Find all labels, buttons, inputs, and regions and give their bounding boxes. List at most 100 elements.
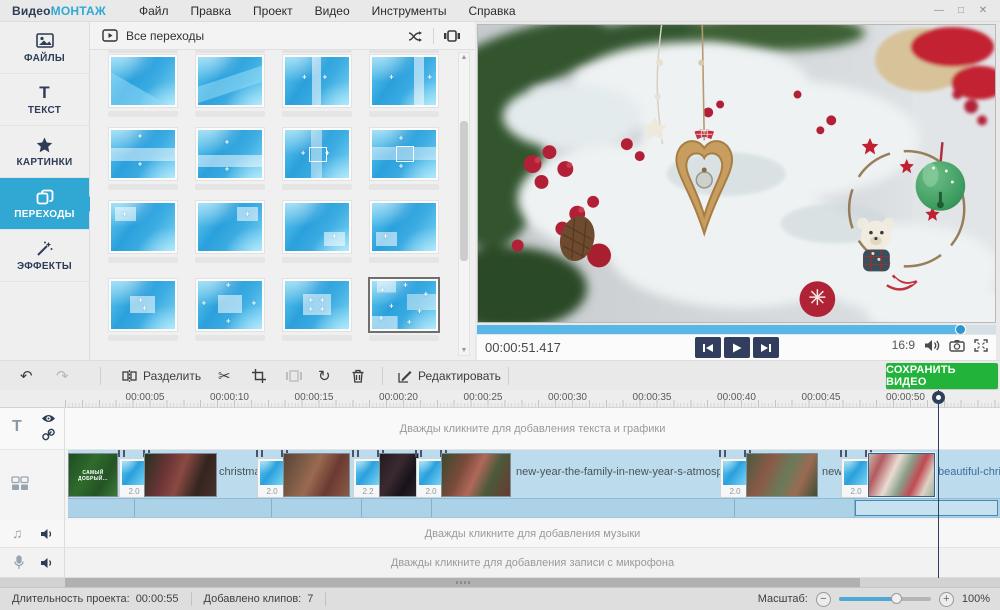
play-button[interactable] [724, 337, 750, 358]
window-controls: —□✕ [928, 0, 994, 22]
menu-item-5[interactable]: Справка [457, 0, 526, 22]
redo-button[interactable]: ↷ [56, 361, 69, 391]
plus-mark: + [383, 231, 388, 240]
transition-thumbnail-box-c-in[interactable]: ++++ [282, 278, 352, 341]
preview-seekbar[interactable] [477, 325, 996, 334]
video-clip-family2[interactable] [746, 453, 818, 497]
previous-frame-button[interactable] [695, 337, 721, 358]
visibility-eye-icon[interactable] [41, 413, 56, 424]
delete-button[interactable] [352, 361, 364, 391]
music-track[interactable]: Дважды кликните для добавления музыки ♫ [0, 520, 1000, 548]
carousel-view-button[interactable] [443, 29, 461, 43]
aspect-ratio-label[interactable]: 16:9 [892, 338, 915, 352]
plus-mark: + [301, 149, 306, 158]
snapshot-camera-icon[interactable] [949, 339, 965, 352]
fullscreen-icon[interactable] [974, 339, 988, 352]
menu-item-4[interactable]: Инструменты [361, 0, 458, 22]
zoom-in-button[interactable]: + [939, 592, 954, 607]
volume-icon[interactable] [924, 339, 940, 352]
transition-thumbnail-band-h2[interactable]: ++ [195, 127, 265, 190]
sidebar-item-files[interactable]: ФАЙЛЫ [0, 22, 89, 74]
plus-mark: + [226, 317, 231, 326]
transition-thumbnail-box-br[interactable]: + [282, 200, 352, 263]
split-button[interactable]: Разделить [122, 361, 201, 391]
thumbnail-caption-strip [195, 257, 265, 263]
transition-thumbnail-bar-v[interactable]: ++ [282, 54, 352, 117]
music-mute-icon[interactable] [40, 528, 54, 540]
video-clip-dark[interactable] [379, 453, 419, 497]
transition-thumbnail-box-tr[interactable]: + [195, 200, 265, 263]
transition-thumbnail-wipe-diag[interactable] [108, 54, 178, 117]
playhead-line[interactable] [938, 390, 939, 578]
menu-item-3[interactable]: Видео [304, 0, 361, 22]
split-label: Разделить [143, 369, 201, 383]
video-clip-dancers[interactable] [144, 453, 217, 497]
edit-clip-button[interactable]: Редактировать [398, 361, 501, 391]
current-timecode: 00:00:51.417 [485, 340, 561, 355]
undo-button[interactable]: ↶ [20, 361, 33, 391]
video-clip-floral[interactable] [868, 453, 935, 497]
zoom-out-button[interactable]: − [816, 592, 831, 607]
rotate-button[interactable]: ↻ [318, 361, 331, 391]
zoom-slider-handle[interactable] [891, 593, 902, 604]
transition-thumbnail-bar-v2[interactable]: ++ [369, 54, 439, 117]
thumbnail-caption-strip [369, 184, 439, 190]
thumbnail-caption-strip [369, 257, 439, 263]
sidebar-item-pictures[interactable]: КАРТИНКИ [0, 126, 89, 178]
scroll-down-icon[interactable]: ▼ [459, 347, 469, 354]
transition-thumb [419, 461, 443, 485]
timeline-scrollbar[interactable] [0, 578, 1000, 587]
transitions-filter[interactable]: Все переходы [90, 22, 475, 50]
timeline-scrollbar-thumb[interactable] [65, 578, 860, 587]
next-frame-button[interactable] [753, 337, 779, 358]
transition-thumbnail-box-tl[interactable]: + [108, 200, 178, 263]
crop-button[interactable] [252, 361, 266, 391]
menu-item-1[interactable]: Правка [179, 0, 242, 22]
frame-button[interactable] [286, 361, 302, 391]
sidebar-item-transitions[interactable]: ПЕРЕХОДЫ [0, 178, 89, 230]
mic-mute-icon[interactable] [40, 557, 54, 569]
sidebar-item-effects[interactable]: ЭФФЕКТЫ [0, 230, 89, 282]
zoom-slider[interactable] [839, 597, 931, 601]
ruler-label: 00:00:40 [717, 392, 756, 403]
plus-mark: + [224, 165, 229, 174]
transition-thumbnail-band-v-box[interactable]: ++ [282, 127, 352, 190]
microphone-track[interactable]: Дважды кликните для добавления записи с … [0, 548, 1000, 578]
minimize-button[interactable]: — [928, 0, 950, 22]
video-clip-family[interactable] [441, 453, 511, 497]
menu-item-0[interactable]: Файл [128, 0, 180, 22]
shuffle-button[interactable] [408, 30, 424, 43]
cut-button[interactable]: ✂ [218, 361, 231, 391]
close-button[interactable]: ✕ [972, 0, 994, 22]
plus-mark: + [226, 281, 231, 289]
transition-thumbnail-band-h-box[interactable]: ++ [369, 127, 439, 190]
transition-thumbnail-wipe-diag2[interactable] [195, 54, 265, 117]
thumbnail-image: +++++++ [372, 281, 436, 329]
video-track[interactable]: САМЫЙ ДОБРЫЙ…2.0christma2.02.22.0new-yea… [0, 450, 1000, 520]
transition-thumbnail-band-h[interactable]: ++ [108, 127, 178, 190]
text-track[interactable]: Дважды кликните для добавления текста и … [0, 408, 1000, 450]
titlebar: ВидеоМОНТАЖ ФайлПравкаПроектВидеоИнструм… [0, 0, 1000, 22]
transition-thumbnail-box-bl[interactable]: + [369, 200, 439, 263]
video-clip-green[interactable]: САМЫЙ ДОБРЫЙ… [68, 453, 118, 497]
zoom-slider-fill [839, 597, 896, 601]
ruler-label: 00:00:30 [548, 392, 587, 403]
scroll-up-icon[interactable]: ▲ [459, 54, 469, 61]
save-video-button[interactable]: СОХРАНИТЬ ВИДЕО [886, 363, 998, 389]
link-icon[interactable] [42, 428, 55, 441]
transitions-scrollbar[interactable]: ▲ ▼ [458, 52, 470, 356]
transition-thumbnail-box-c-rot[interactable]: ++ [108, 278, 178, 341]
thumbnail-overlay: ++++ [198, 281, 262, 329]
scrollbar-thumb[interactable] [460, 121, 468, 261]
timeline-ruler[interactable]: 00:00:0500:00:1000:00:1500:00:2000:00:25… [0, 390, 1000, 408]
video-clip-santa[interactable] [283, 453, 350, 497]
transition-thumbnail-box-c-out[interactable]: ++++ [195, 278, 265, 341]
maximize-button[interactable]: □ [950, 0, 972, 22]
playhead-handle[interactable] [932, 391, 945, 404]
transition-thumbnail-mosaic[interactable]: +++++++ [369, 278, 439, 341]
sidebar-item-text[interactable]: TТЕКСТ [0, 74, 89, 126]
plus-mark: + [417, 306, 422, 315]
menu-item-2[interactable]: Проект [242, 0, 304, 22]
ruler-label: 00:00:45 [802, 392, 841, 403]
frame-icon [286, 370, 302, 382]
